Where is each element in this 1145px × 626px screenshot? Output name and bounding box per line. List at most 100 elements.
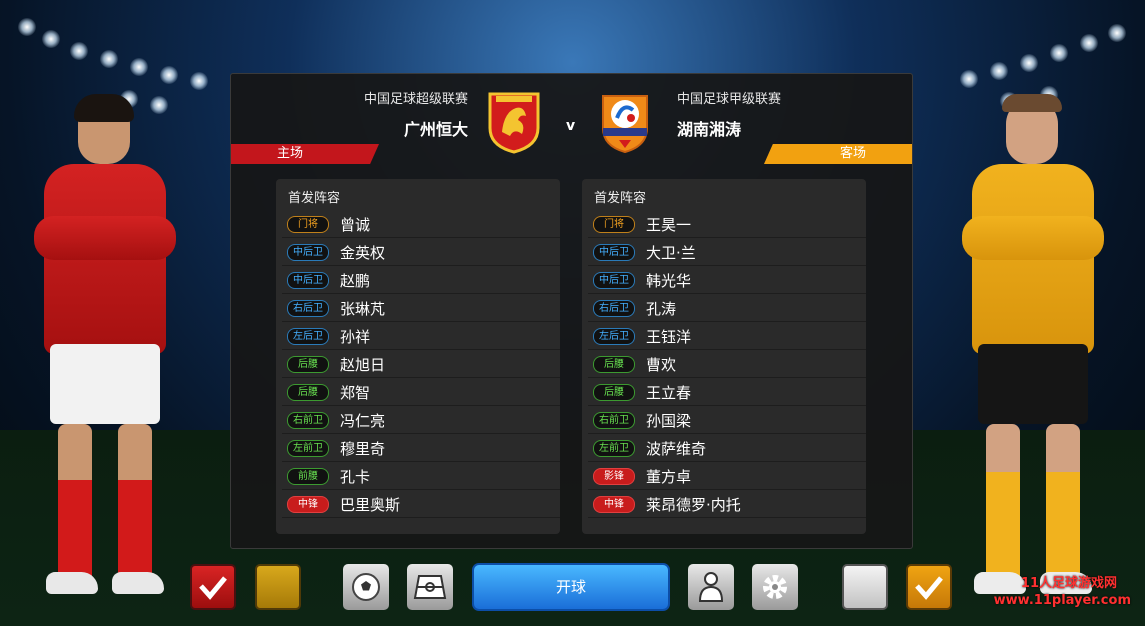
player-name: 巴里奥斯 [340, 496, 401, 514]
home-lineup-row[interactable]: 左后卫 孙祥 [282, 322, 560, 350]
away-team-crest-icon [602, 95, 648, 154]
away-lineup-row[interactable]: 中后卫 韩光华 [588, 266, 866, 294]
position-badge: 左前卫 [593, 440, 635, 457]
home-league-name: 中国足球超级联赛 [363, 92, 468, 107]
away-lineup-row[interactable]: 后腰 曹欢 [588, 350, 866, 378]
player-name: 韩光华 [646, 272, 692, 290]
position-badge: 左后卫 [287, 328, 329, 345]
position-badge: 中锋 [593, 496, 635, 513]
home-lineup-row[interactable]: 门将 曾诚 [282, 210, 560, 238]
watermark-title: 11人足球游戏网 [1020, 576, 1117, 591]
home-side-tag: 主场 [231, 144, 379, 164]
kickoff-button[interactable]: 开球 [472, 563, 670, 611]
player-name: 穆里奇 [340, 440, 386, 458]
home-side-label: 主场 [277, 146, 304, 161]
position-badge: 中后卫 [287, 244, 329, 261]
player-name: 孔涛 [646, 300, 677, 318]
check-icon [199, 576, 227, 600]
watermark-url: www.11player.com [993, 593, 1131, 608]
position-badge: 中锋 [287, 496, 329, 513]
manager-icon [698, 572, 724, 602]
ball-select-button[interactable] [343, 564, 389, 610]
player-name: 波萨维奇 [646, 440, 707, 458]
away-lineup-row[interactable]: 右前卫 孙国梁 [588, 406, 866, 434]
player-name: 曾诚 [340, 216, 371, 234]
away-lineup-row[interactable]: 中后卫 大卫·兰 [588, 238, 866, 266]
player-name: 孙祥 [340, 328, 371, 346]
player-name: 孔卡 [340, 468, 371, 486]
player-name: 王立春 [646, 384, 692, 402]
home-confirm-button[interactable] [190, 564, 236, 610]
player-name: 金英权 [340, 244, 386, 262]
home-lineup-row[interactable]: 后腰 郑智 [282, 378, 560, 406]
position-badge: 右后卫 [593, 300, 635, 317]
player-name: 王钰洋 [646, 328, 692, 346]
away-lineup-title: 首发阵容 [594, 191, 647, 206]
position-badge: 影锋 [593, 468, 635, 485]
away-lineup-row[interactable]: 左后卫 王钰洋 [588, 322, 866, 350]
home-kit-color-button[interactable] [255, 564, 301, 610]
player-name: 莱昂德罗·内托 [646, 496, 741, 514]
home-lineup-row[interactable]: 中后卫 金英权 [282, 238, 560, 266]
player-name: 孙国梁 [646, 412, 692, 430]
player-name: 冯仁亮 [340, 412, 386, 430]
away-lineup-row[interactable]: 门将 王昊一 [588, 210, 866, 238]
home-lineup-list: 首发阵容 门将 曾诚 中后卫 金英权 中后卫 赵鹏 右后卫 张琳芃 左后卫 孙祥 后腰 赵旭日 后腰 郑智… [276, 179, 560, 534]
position-badge: 前腰 [287, 468, 329, 485]
away-lineup-row[interactable]: 左前卫 波萨维奇 [588, 434, 866, 462]
position-badge: 中后卫 [593, 244, 635, 261]
position-badge: 门将 [593, 216, 635, 233]
position-badge: 左前卫 [287, 440, 329, 457]
formation-button[interactable] [407, 564, 453, 610]
settings-button[interactable] [752, 564, 798, 610]
player-name: 赵旭日 [340, 356, 386, 374]
home-lineup-title: 首发阵容 [288, 191, 341, 206]
manager-button[interactable] [688, 564, 734, 610]
away-lineup-row[interactable]: 中锋 莱昂德罗·内托 [588, 490, 866, 518]
away-team-name: 湖南湘涛 [677, 120, 742, 139]
player-name: 王昊一 [646, 216, 692, 234]
player-name: 大卫·兰 [646, 244, 696, 262]
position-badge: 左后卫 [593, 328, 635, 345]
position-badge: 右前卫 [287, 412, 329, 429]
away-league-name: 中国足球甲级联赛 [677, 92, 782, 107]
away-lineup-row[interactable]: 右后卫 孔涛 [588, 294, 866, 322]
home-player-model [30, 94, 180, 608]
away-kit-color-button[interactable] [842, 564, 888, 610]
home-lineup-row[interactable]: 右后卫 张琳芃 [282, 294, 560, 322]
player-name: 董方卓 [646, 468, 692, 486]
away-confirm-button[interactable] [906, 564, 952, 610]
home-team-name: 广州恒大 [403, 120, 468, 139]
position-badge: 中后卫 [593, 272, 635, 289]
position-badge: 右后卫 [287, 300, 329, 317]
home-lineup-row[interactable]: 中锋 巴里奥斯 [282, 490, 560, 518]
ball-icon [352, 573, 380, 601]
match-preview-panel: 中国足球超级联赛 广州恒大 v 中国足球甲级联赛 湖南湘涛 主场 客场 首发阵容… [230, 73, 913, 549]
check-icon [915, 576, 943, 600]
home-lineup-row[interactable]: 前腰 孔卡 [282, 462, 560, 490]
player-name: 曹欢 [646, 356, 677, 374]
player-name: 张琳芃 [340, 300, 386, 318]
player-name: 赵鹏 [340, 272, 371, 290]
away-player-model [958, 94, 1108, 608]
position-badge: 后腰 [593, 356, 635, 373]
player-name: 郑智 [340, 384, 371, 402]
away-lineup-row[interactable]: 影锋 董方卓 [588, 462, 866, 490]
position-badge: 后腰 [593, 384, 635, 401]
away-side-tag: 客场 [764, 144, 912, 164]
home-team-crest-icon [488, 92, 540, 154]
position-badge: 后腰 [287, 384, 329, 401]
position-badge: 中后卫 [287, 272, 329, 289]
position-badge: 门将 [287, 216, 329, 233]
position-badge: 后腰 [287, 356, 329, 373]
versus-label: v [566, 118, 576, 134]
home-lineup-row[interactable]: 左前卫 穆里奇 [282, 434, 560, 462]
home-lineup-row[interactable]: 中后卫 赵鹏 [282, 266, 560, 294]
position-badge: 右前卫 [593, 412, 635, 429]
away-lineup-list: 首发阵容 门将 王昊一 中后卫 大卫·兰 中后卫 韩光华 右后卫 孔涛 左后卫 王钰洋 后腰 曹欢 后腰… [582, 179, 866, 534]
away-lineup-row[interactable]: 后腰 王立春 [588, 378, 866, 406]
gear-icon [763, 575, 787, 599]
home-lineup-row[interactable]: 后腰 赵旭日 [282, 350, 560, 378]
home-lineup-row[interactable]: 右前卫 冯仁亮 [282, 406, 560, 434]
away-side-label: 客场 [839, 146, 866, 161]
